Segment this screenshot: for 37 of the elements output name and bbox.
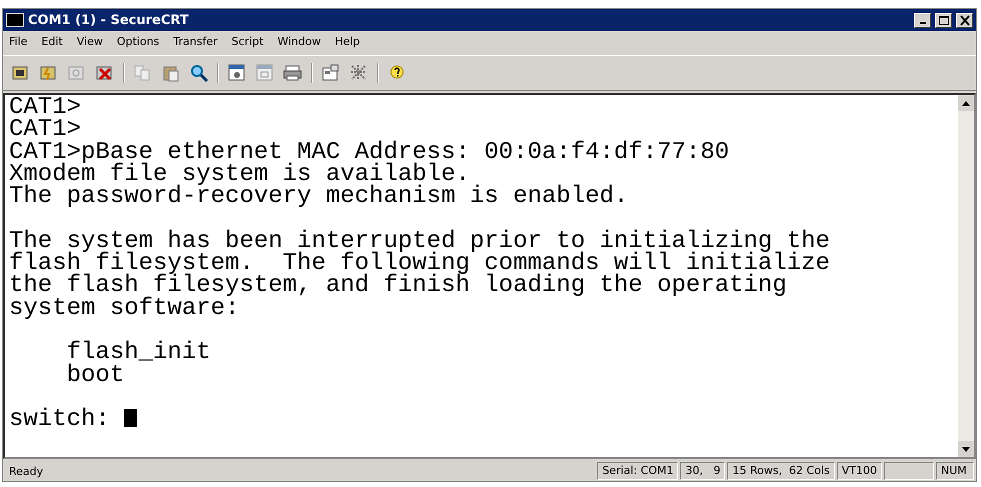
scroll-up-button[interactable]: [958, 95, 974, 111]
menu-item[interactable]: Transfer: [173, 35, 218, 51]
status-pane: Serial: COM1: [597, 462, 678, 480]
search-icon[interactable]: [189, 63, 209, 83]
terminal-line: system software:: [9, 298, 240, 320]
minimize-button[interactable]: [914, 12, 931, 28]
maximize-button[interactable]: [935, 12, 952, 28]
terminal-line: CAT1>: [9, 119, 82, 142]
status-pane: 15 Rows, 62 Cols: [727, 462, 835, 480]
down-arrow-icon[interactable]: [962, 446, 970, 452]
terminal-line: CAT1>pBase ethernet MAC Address: 00:0a:f4:df:77:80: [9, 142, 730, 164]
scroll-down-button[interactable]: [958, 441, 974, 457]
menu-item[interactable]: Script: [232, 35, 264, 51]
terminal-line: boot: [66, 364, 124, 387]
status-message: Ready: [8, 464, 44, 478]
window-title: COM1 (1) - SecureCRT: [28, 12, 190, 28]
menu-item[interactable]: Help: [334, 35, 360, 51]
terminal-icon: [6, 13, 24, 27]
terminal-line: switch:: [9, 409, 138, 432]
terminal-line: flash_init: [66, 342, 211, 365]
minimize-icon: [920, 22, 926, 24]
menu-item[interactable]: View: [76, 35, 103, 51]
menu-item[interactable]: Options: [116, 35, 160, 51]
status-pane: VT100: [836, 462, 882, 480]
printer-icon[interactable]: [283, 63, 303, 83]
status-pane: NUM: [936, 462, 974, 480]
up-arrow-icon[interactable]: [962, 100, 970, 106]
terminal-line: the flash filesystem, and finish loading the operating: [9, 275, 787, 298]
maximize-icon: [938, 14, 950, 26]
close-button[interactable]: [956, 12, 973, 28]
menu-item[interactable]: Window: [277, 35, 321, 51]
menu-item[interactable]: Edit: [41, 35, 63, 51]
close-icon: [958, 14, 970, 26]
status-pane: 30, 9: [680, 462, 726, 480]
terminal-line: The password-recovery mechanism is enabled.: [9, 186, 628, 208]
terminal-line: CAT1>: [9, 97, 82, 120]
menu-item[interactable]: File: [9, 35, 28, 51]
